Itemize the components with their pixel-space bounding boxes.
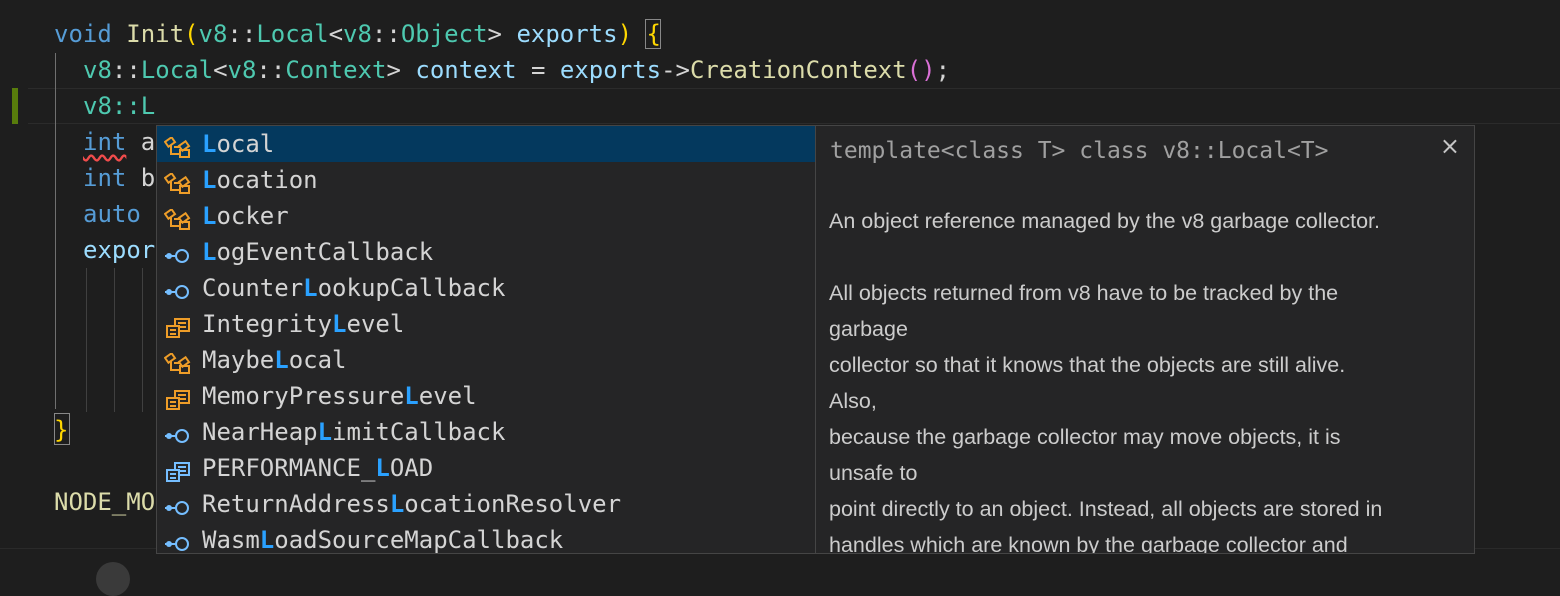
suggestion-item[interactable]: Local	[157, 126, 815, 162]
suggestion-item[interactable]: CounterLookupCallback	[157, 270, 815, 306]
git-modified-marker	[12, 88, 18, 124]
suggestion-label: ReturnAddressLocationResolver	[202, 490, 622, 518]
indent-guide	[86, 268, 87, 412]
details-doc-line: handles which are known by the garbage c…	[829, 533, 1348, 554]
suggestion-item[interactable]: PERFORMANCE_LOAD	[157, 450, 815, 486]
current-line-highlight	[28, 88, 1560, 124]
status-indicator	[96, 562, 130, 596]
suggestion-item[interactable]: MaybeLocal	[157, 342, 815, 378]
suggestion-item[interactable]: WasmLoadSourceMapCallback	[157, 522, 815, 554]
details-doc-line: garbage	[829, 317, 908, 341]
line-gutter	[0, 0, 28, 570]
suggestion-label: LogEventCallback	[202, 238, 434, 266]
code-line-5: int b	[83, 164, 156, 192]
suggestion-item[interactable]: IntegrityLevel	[157, 306, 815, 342]
enum-icon	[164, 385, 192, 410]
code-line-7: expor	[83, 236, 156, 264]
suggestion-label: MaybeLocal	[202, 346, 347, 374]
indent-guide	[114, 268, 115, 412]
class-icon	[163, 133, 192, 158]
enum-icon	[164, 313, 192, 338]
suggestion-label: CounterLookupCallback	[202, 274, 506, 302]
suggestion-item[interactable]: Locker	[157, 198, 815, 234]
class-icon	[163, 205, 192, 230]
suggestion-item[interactable]: MemoryPressureLevel	[157, 378, 815, 414]
field-icon	[164, 529, 192, 551]
suggestion-label: WasmLoadSourceMapCallback	[202, 526, 564, 554]
code-line-12: }	[54, 416, 69, 444]
field-icon	[164, 241, 192, 263]
class-icon	[163, 349, 192, 374]
class-icon	[163, 169, 192, 194]
suggestion-item[interactable]: Location	[157, 162, 815, 198]
close-icon[interactable]: ×	[1440, 132, 1460, 160]
suggestion-label: IntegrityLevel	[202, 310, 405, 338]
code-line-4: int a	[83, 128, 156, 156]
field-icon	[164, 277, 192, 299]
details-doc-line: Also,	[829, 389, 877, 413]
suggestion-details: template<class T> class v8::Local<T> × A…	[815, 125, 1475, 554]
field-icon	[164, 421, 192, 443]
details-doc-line: All objects returned from v8 have to be …	[829, 281, 1339, 305]
details-doc-line: collector so that it knows that the obje…	[829, 353, 1346, 377]
suggestion-label: Locker	[202, 202, 289, 230]
suggestion-label: PERFORMANCE_LOAD	[202, 454, 434, 482]
indent-guide	[142, 268, 143, 412]
details-doc-line: An object reference managed by the v8 ga…	[829, 209, 1380, 233]
details-doc-line: point directly to an object. Instead, al…	[829, 497, 1383, 521]
suggestion-label: Local	[202, 130, 275, 158]
suggestion-label: Location	[202, 166, 318, 194]
code-line-6: auto	[83, 200, 141, 228]
code-line-2: v8::Local<v8::Context> context = exports…	[83, 56, 951, 84]
code-line-1: void Init(v8::Local<v8::Object> exports)…	[54, 20, 661, 48]
details-doc-line: unsafe to	[829, 461, 918, 485]
suggestion-label: NearHeapLimitCallback	[202, 418, 506, 446]
suggestion-item[interactable]: NearHeapLimitCallback	[157, 414, 815, 450]
details-signature: template<class T> class v8::Local<T>	[830, 138, 1329, 164]
suggestion-item[interactable]: LogEventCallback	[157, 234, 815, 270]
suggestion-list[interactable]: Local Location Locker LogEventCallback Count…	[156, 125, 816, 554]
field-icon	[164, 493, 192, 515]
enum-member-icon	[164, 457, 192, 482]
suggestion-item[interactable]: ReturnAddressLocationResolver	[157, 486, 815, 522]
suggestion-label: MemoryPressureLevel	[202, 382, 477, 410]
bracket-guide	[55, 53, 58, 409]
details-doc-line: because the garbage collector may move o…	[829, 425, 1341, 449]
code-line-14: NODE_MO	[54, 488, 156, 516]
code-line-3: v8::L	[83, 92, 156, 120]
